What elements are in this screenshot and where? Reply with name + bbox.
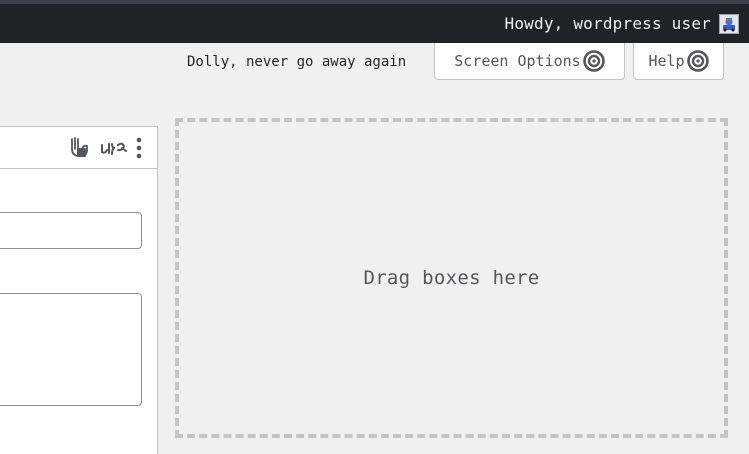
account-menu[interactable]: Howdy, wordpress user [504, 4, 739, 43]
dashboard-page: Howdy, wordpress user Dolly, never go aw… [0, 0, 749, 454]
more-options-icon[interactable] [132, 136, 146, 160]
howdy-greeting: Howdy, wordpress user [504, 14, 711, 33]
postbox-widget [0, 126, 158, 454]
user-avatar[interactable] [719, 13, 739, 34]
help-label: Help [648, 52, 685, 70]
drop-zone-label: Drag boxes here [363, 267, 540, 289]
title-input[interactable] [0, 212, 142, 249]
postbox-header[interactable] [0, 127, 157, 169]
hand-drag-icon[interactable] [68, 136, 92, 160]
hello-dolly-quote: Dolly, never go away again [187, 54, 407, 70]
admin-bar: Howdy, wordpress user [0, 4, 749, 43]
drag-drop-zone[interactable]: Drag boxes here [175, 118, 728, 438]
screen-options-button[interactable]: Screen Options [434, 43, 625, 80]
boxed-icon[interactable] [99, 136, 129, 160]
content-textarea[interactable] [0, 293, 142, 406]
screen-options-label: Screen Options [454, 52, 581, 70]
help-button[interactable]: Help [633, 43, 724, 80]
target-icon [582, 50, 605, 72]
target-icon [686, 50, 709, 72]
